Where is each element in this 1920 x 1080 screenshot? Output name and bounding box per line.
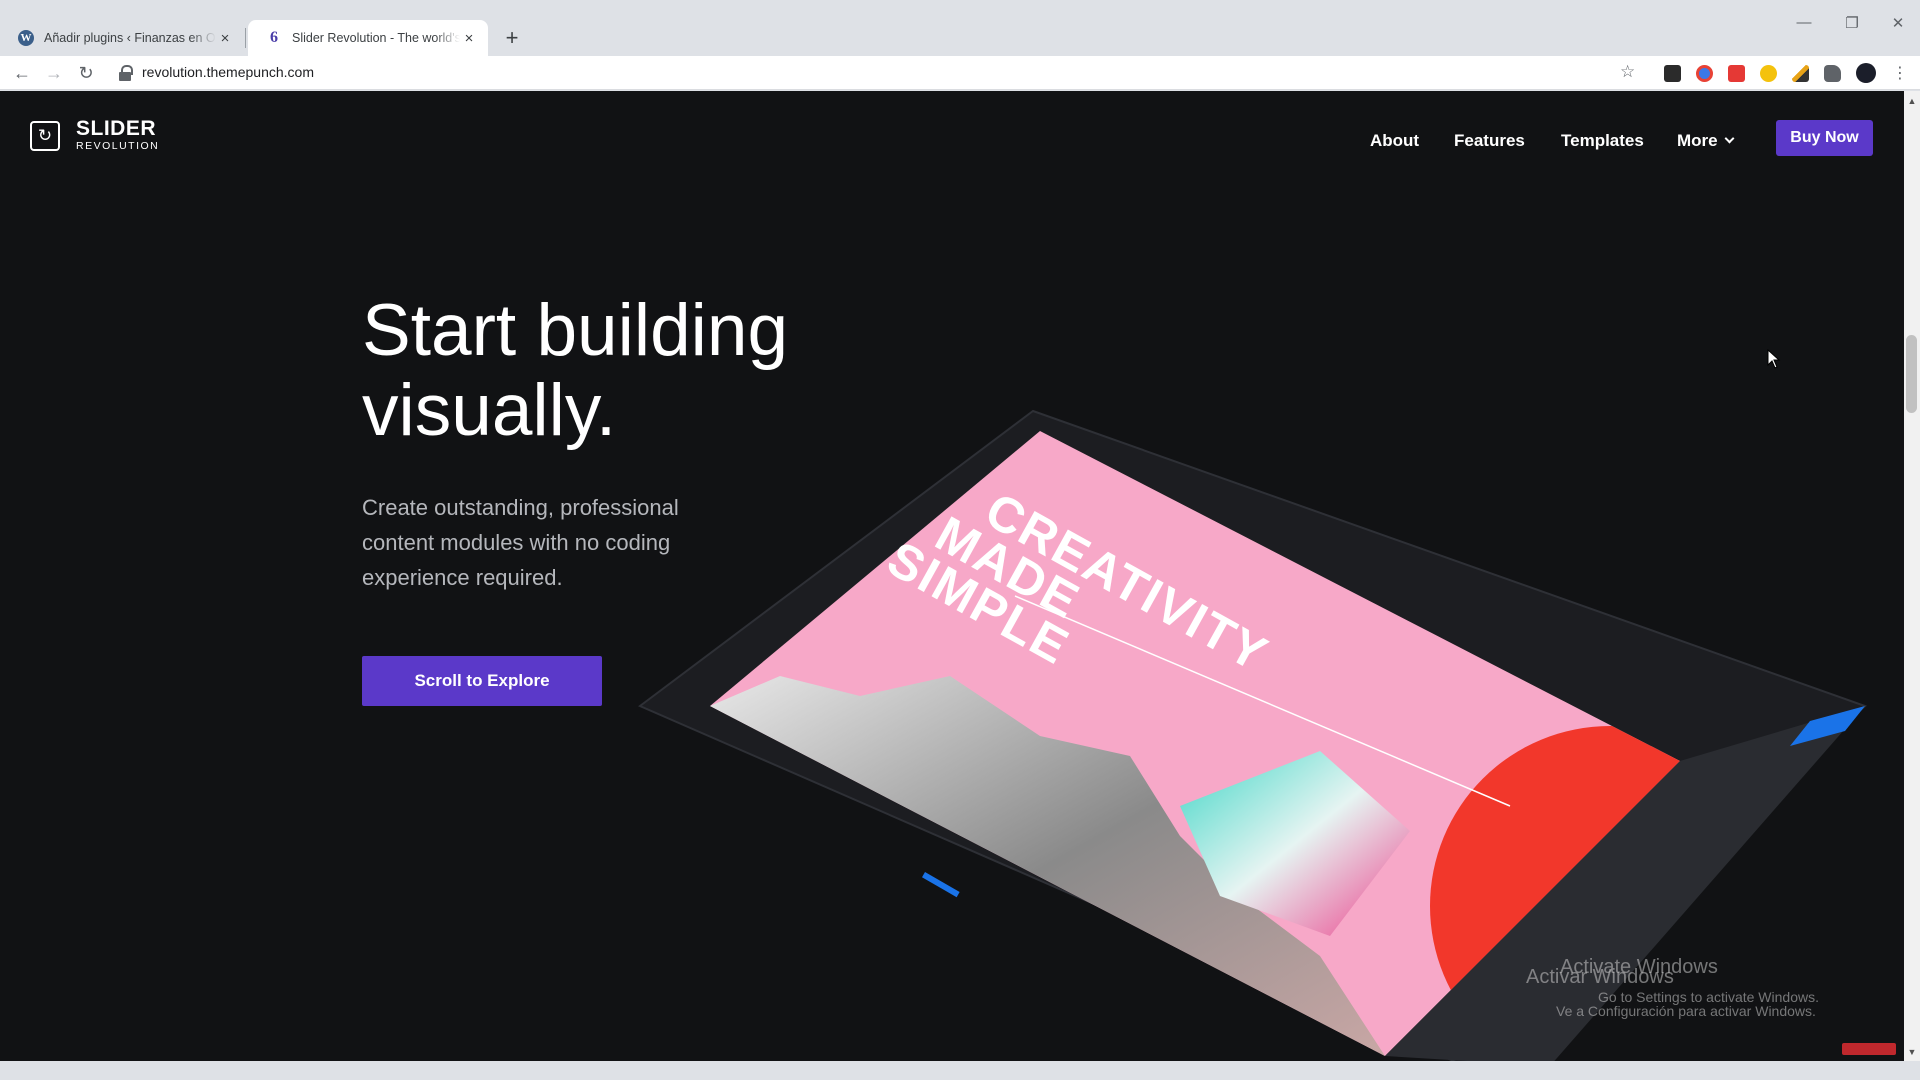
minimize-button[interactable]: — (1784, 14, 1824, 31)
logo-icon (30, 121, 60, 151)
chevron-down-icon (1724, 133, 1735, 144)
scroll-to-explore-button[interactable]: Scroll to Explore (362, 656, 602, 706)
site-logo[interactable]: SLIDER REVOLUTION (30, 117, 160, 153)
page-scrollbar[interactable] (1904, 91, 1920, 1061)
bookmark-star-icon[interactable]: ☆ (1620, 62, 1635, 82)
yellow-ext-icon[interactable] (1760, 65, 1777, 82)
tab-title: Añadir plugins ‹ Finanzas en Orden (44, 31, 216, 45)
tab-strip: W Añadir plugins ‹ Finanzas en Orden × 6… (0, 0, 1920, 56)
wordpress-icon: W (18, 30, 34, 46)
nav-about[interactable]: About (1370, 131, 1419, 151)
forward-button[interactable]: → (40, 59, 68, 87)
logo-subtitle: REVOLUTION (76, 140, 160, 152)
close-icon[interactable]: × (216, 30, 234, 47)
tab-anadir-plugins[interactable]: W Añadir plugins ‹ Finanzas en Orden × (0, 20, 244, 56)
tab-slider-revolution[interactable]: 6 Slider Revolution - The world's most × (248, 20, 488, 56)
hero-title-line2: visually. (362, 370, 617, 451)
lock-icon[interactable] (118, 65, 133, 81)
window-close-button[interactable]: ✕ (1878, 14, 1918, 32)
watermark-es-text: Ve a Configuración para activar Windows. (1556, 1003, 1816, 1019)
puzzle-icon[interactable] (1824, 65, 1841, 82)
new-tab-button[interactable]: + (498, 24, 526, 52)
hero-title-line1: Start building (362, 290, 789, 371)
watermark-en-text: Go to Settings to activate Windows. (1598, 989, 1819, 1005)
close-icon[interactable]: × (460, 30, 478, 47)
gmail-icon[interactable] (1664, 65, 1681, 82)
mockup-blue-chip (922, 872, 960, 898)
page-viewport: SLIDER REVOLUTION About Features Templat… (0, 91, 1904, 1061)
activate-windows-watermark: Activate Windows Activar Windows Go to S… (1526, 956, 1819, 1018)
nav-features[interactable]: Features (1454, 131, 1525, 151)
reload-button[interactable]: ↻ (72, 59, 100, 87)
taskbar-strip (0, 1061, 1920, 1080)
scroll-up-arrow-icon[interactable]: ▲ (1904, 93, 1920, 109)
subscribe-badge (1842, 1043, 1896, 1055)
browser-menu-icon[interactable]: ⋮ (1886, 59, 1914, 87)
restore-button[interactable]: ❐ (1832, 14, 1872, 32)
red-ext-icon[interactable] (1728, 65, 1745, 82)
tab-divider (245, 28, 246, 48)
profile-avatar[interactable] (1856, 63, 1876, 83)
address-bar[interactable]: revolution.themepunch.com (142, 64, 314, 80)
mouse-cursor-icon (1767, 349, 1781, 369)
scrollbar-thumb[interactable] (1906, 335, 1917, 413)
logo-wordmark: SLIDER (76, 117, 157, 140)
slider-revolution-icon: 6 (270, 29, 278, 46)
pen-ext-icon[interactable] (1792, 65, 1809, 82)
browser-toolbar: ← → ↻ revolution.themepunch.com ☆ ⋮ (0, 56, 1920, 90)
nav-more-label: More (1677, 131, 1718, 150)
chrome-ext-icon[interactable] (1696, 65, 1713, 82)
scroll-down-arrow-icon[interactable]: ▼ (1904, 1044, 1920, 1060)
watermark-es-title: Activar Windows (1526, 966, 1674, 988)
nav-templates[interactable]: Templates (1561, 131, 1644, 151)
back-button[interactable]: ← (8, 59, 36, 87)
buy-now-button[interactable]: Buy Now (1776, 120, 1873, 156)
tab-title: Slider Revolution - The world's most (292, 31, 460, 45)
nav-more[interactable]: More (1677, 131, 1735, 151)
